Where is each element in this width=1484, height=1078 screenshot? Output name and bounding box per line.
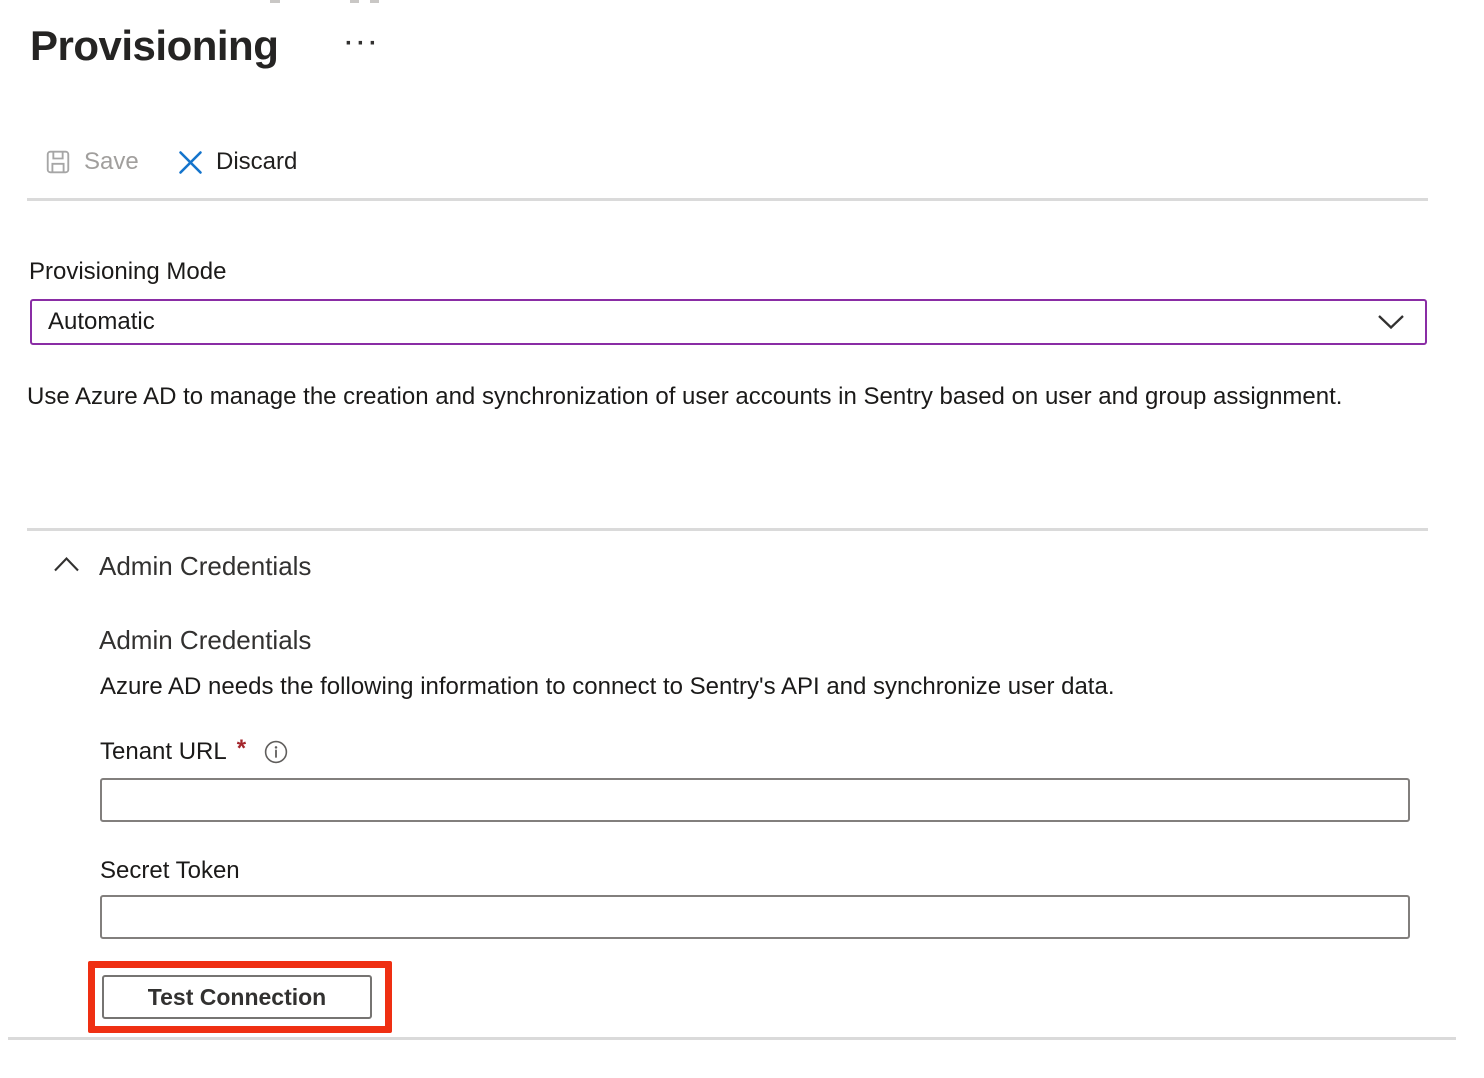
secret-token-label: Secret Token [100,857,240,885]
test-connection-button[interactable]: Test Connection [102,975,372,1019]
provisioning-mode-value: Automatic [48,308,1377,336]
clipped-breadcrumb-fragment [350,0,359,3]
provisioning-mode-description: Use Azure AD to manage the creation and … [27,376,1357,418]
page-title: Provisioning [30,22,278,70]
provisioning-page: Provisioning ··· Save Discard Provisioni… [0,0,1484,1078]
discard-label: Discard [216,148,297,176]
clipped-breadcrumb-fragment [370,0,379,3]
discard-x-icon [177,149,204,176]
tenant-url-label: Tenant URL [100,738,227,766]
save-icon [44,148,72,176]
chevron-up-icon [53,556,80,573]
provisioning-mode-label: Provisioning Mode [29,258,226,286]
tenant-url-input[interactable] [100,778,1410,822]
save-button[interactable]: Save [44,148,139,176]
chevron-down-icon [1377,314,1405,330]
tenant-url-label-row: Tenant URL * [100,738,288,766]
bottom-divider [8,1037,1456,1040]
admin-credentials-section-toggle[interactable] [53,556,80,578]
provisioning-mode-dropdown[interactable]: Automatic [30,299,1427,345]
required-asterisk: * [237,735,246,763]
save-label: Save [84,148,139,176]
admin-credentials-description: Azure AD needs the following information… [100,672,1400,702]
clipped-breadcrumb-fragment [270,0,280,3]
secret-token-input[interactable] [100,895,1410,939]
admin-credentials-heading: Admin Credentials [99,625,311,656]
test-connection-label: Test Connection [148,984,326,1011]
admin-credentials-section-title[interactable]: Admin Credentials [99,551,311,582]
discard-button[interactable]: Discard [177,148,297,176]
more-menu-button[interactable]: ··· [345,30,381,58]
toolbar-divider [27,198,1428,201]
info-icon[interactable] [264,740,288,764]
section-divider [27,528,1428,531]
